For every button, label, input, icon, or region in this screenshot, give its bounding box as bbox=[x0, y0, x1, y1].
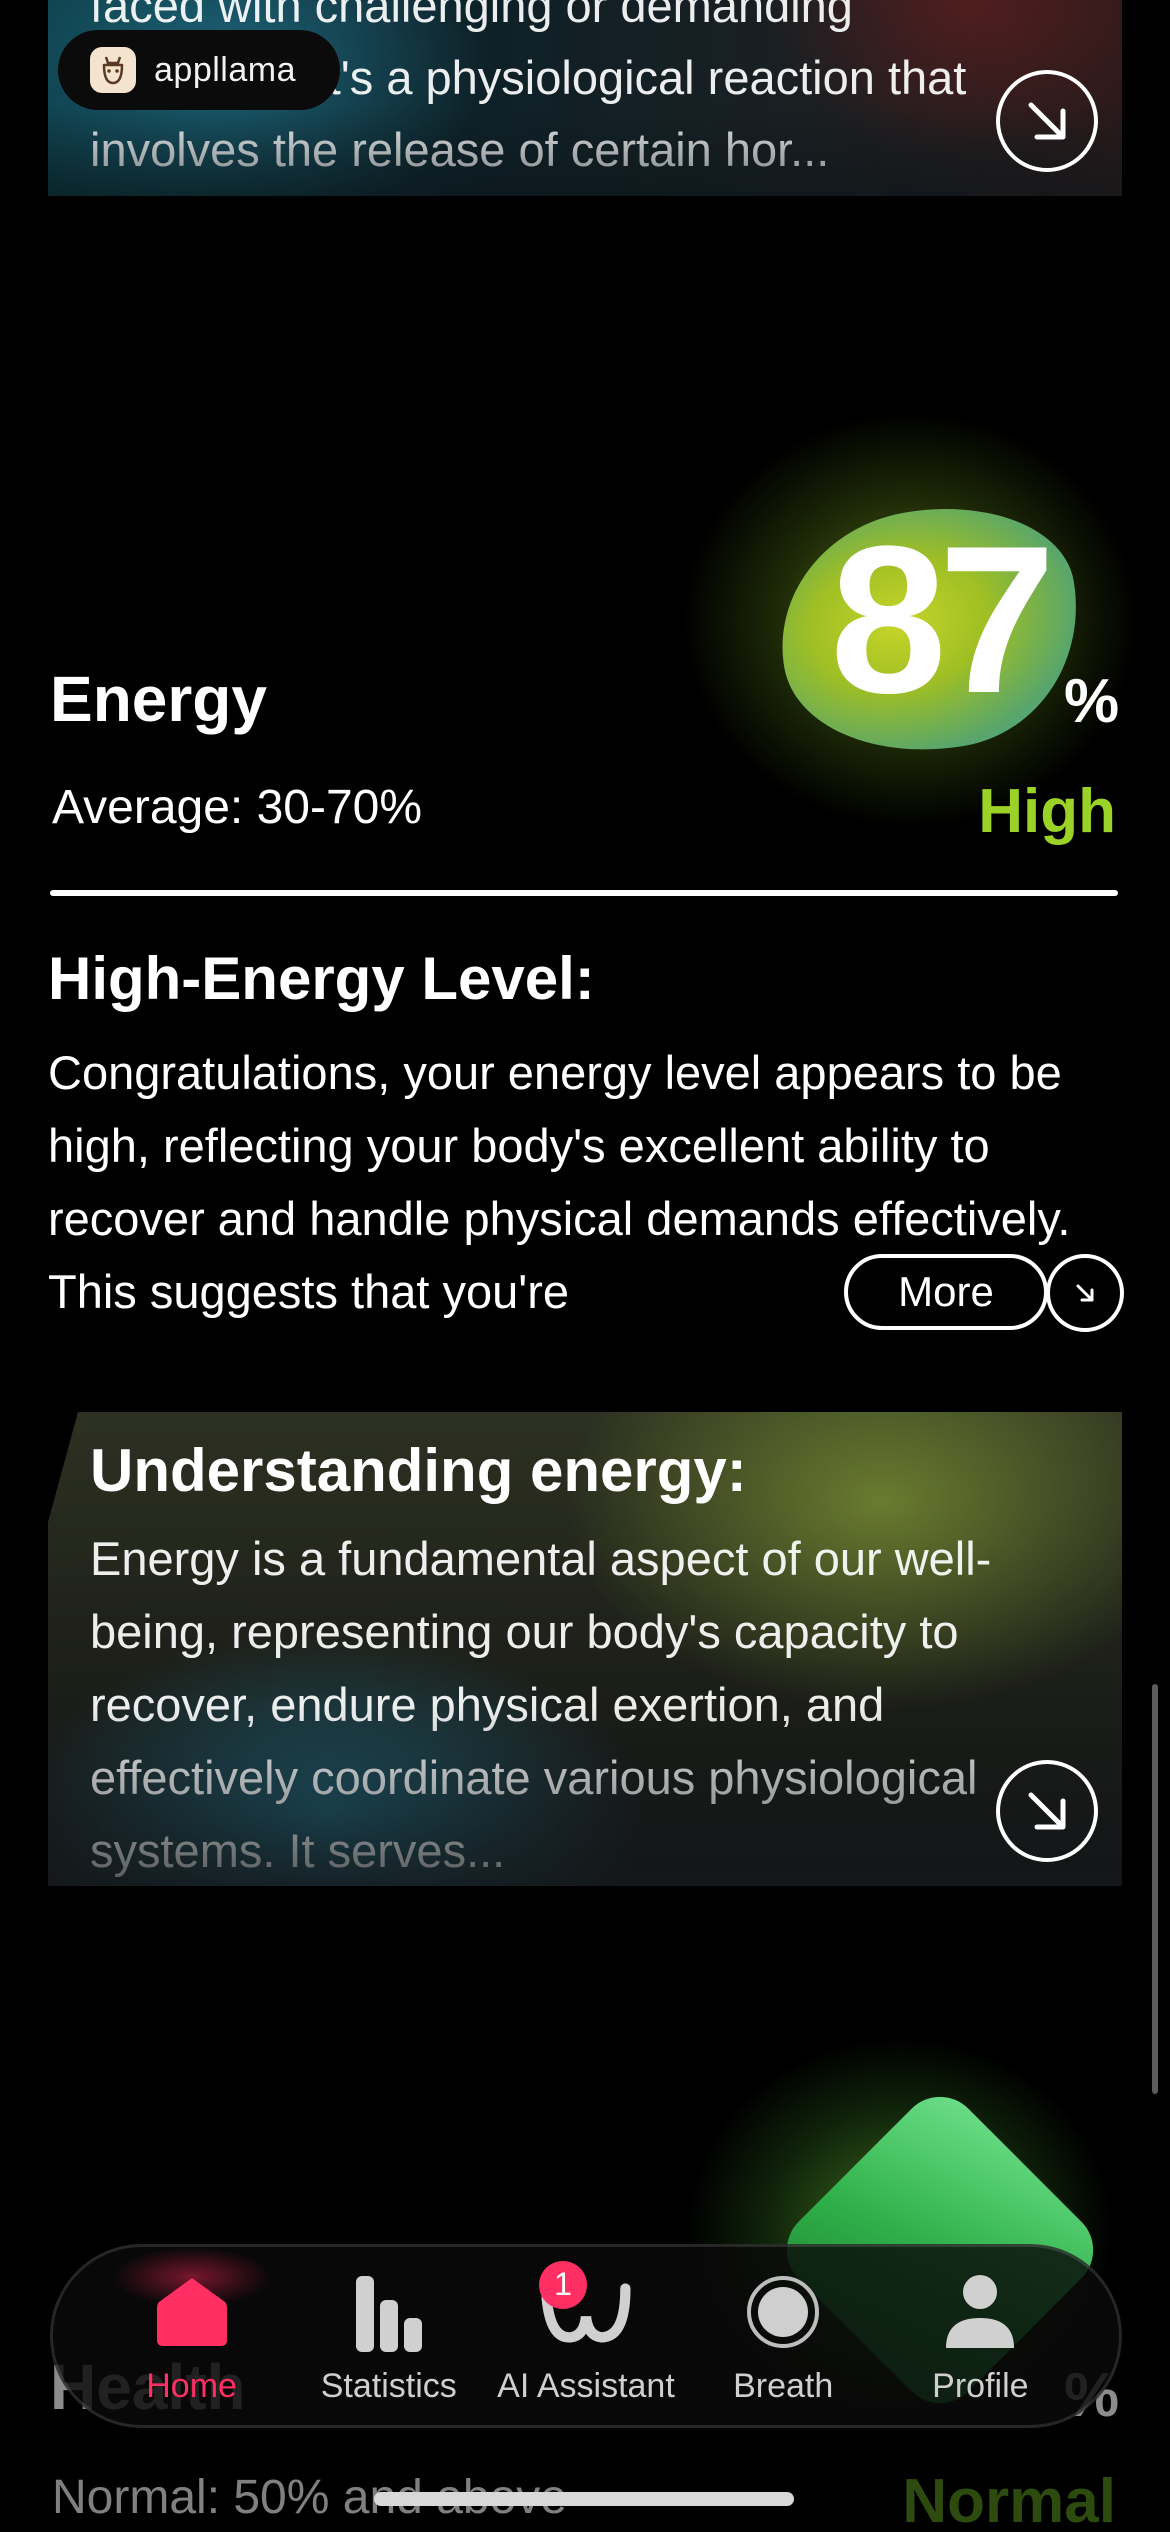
scrollbar[interactable] bbox=[1152, 1684, 1158, 2094]
energy-level-badge: High bbox=[978, 777, 1116, 846]
tab-label: Statistics bbox=[320, 2366, 457, 2405]
notification-badge: 1 bbox=[538, 2260, 587, 2309]
open-stress-info-button[interactable] bbox=[996, 70, 1098, 172]
arrow-down-right-icon bbox=[1076, 1284, 1094, 1302]
tab-label: AI Assistant bbox=[497, 2366, 675, 2405]
home-indicator[interactable] bbox=[374, 2492, 794, 2506]
divider bbox=[50, 890, 1118, 896]
tab-label: Breath bbox=[733, 2366, 834, 2405]
arrow-down-right-icon bbox=[1028, 102, 1066, 140]
tab-profile[interactable]: Profile bbox=[885, 2267, 1075, 2406]
card-fade bbox=[48, 1706, 1122, 1886]
ai-assistant-icon: 1 bbox=[538, 2260, 631, 2357]
more-arrow-button[interactable] bbox=[1046, 1254, 1124, 1332]
brand-watermark: appllama bbox=[58, 30, 340, 110]
understanding-energy-card[interactable]: Understanding energy: Energy is a fundam… bbox=[48, 1412, 1122, 1886]
energy-value: 87 bbox=[830, 502, 1056, 737]
energy-average-label: Average: 30-70% bbox=[52, 781, 423, 834]
breath-icon bbox=[738, 2267, 828, 2357]
next-metric-level: Normal bbox=[902, 2467, 1116, 2532]
arrow-down-right-icon bbox=[1028, 1792, 1066, 1830]
llama-logo-icon bbox=[90, 47, 136, 93]
energy-title: Energy bbox=[50, 663, 267, 735]
tab-breath[interactable]: Breath bbox=[688, 2267, 878, 2406]
energy-unit: % bbox=[1064, 667, 1120, 736]
card-fade bbox=[48, 106, 1122, 196]
profile-icon bbox=[935, 2267, 1025, 2357]
open-understanding-button[interactable] bbox=[996, 1760, 1098, 1862]
tab-label: Profile bbox=[932, 2366, 1029, 2405]
tab-label: Home bbox=[146, 2366, 237, 2405]
more-button[interactable]: More bbox=[844, 1254, 1048, 1330]
tab-statistics[interactable]: Statistics bbox=[294, 2267, 484, 2406]
card-notch bbox=[48, 1412, 78, 1522]
text-fade bbox=[700, 1250, 860, 1326]
tab-home[interactable]: Home bbox=[97, 2267, 287, 2406]
brand-name: appllama bbox=[154, 50, 296, 89]
home-icon bbox=[147, 2267, 237, 2357]
bottom-tab-bar: Home Statistics 1 AI Assistant Breath Pr… bbox=[50, 2244, 1122, 2428]
tab-ai-assistant[interactable]: 1 AI Assistant bbox=[491, 2260, 681, 2406]
high-energy-title: High-Energy Level: bbox=[48, 945, 595, 1012]
understanding-energy-title: Understanding energy: bbox=[90, 1437, 747, 1504]
statistics-icon bbox=[344, 2267, 434, 2357]
